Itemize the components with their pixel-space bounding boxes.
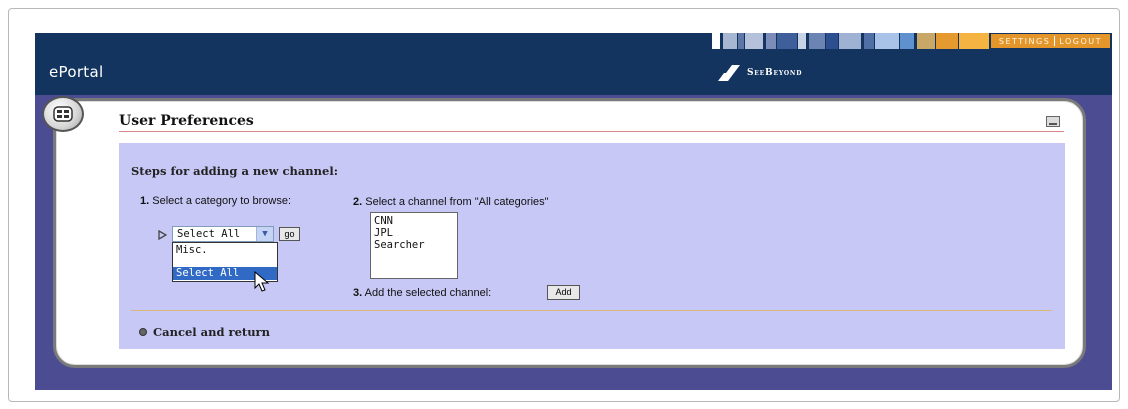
step1-text: Select a category to browse: [152,195,292,207]
step3-text: Add the selected channel: [364,287,492,299]
header-stripe [959,33,989,49]
header-stripe [875,33,899,49]
go-button[interactable]: go [279,227,300,241]
add-button[interactable]: Add [547,285,580,300]
play-icon [158,230,167,240]
app-title: ePortal [49,63,104,81]
header-stripe [936,33,958,49]
settings-link[interactable]: SETTINGS [995,37,1054,46]
channel-item[interactable]: Searcher [374,239,457,251]
header-stripe [917,33,935,49]
brand: SeeBeyond [718,64,802,82]
step2-text: Select a channel from "All categories" [365,196,549,208]
minimize-icon[interactable] [1046,116,1060,127]
panel-title: User Preferences [119,113,254,129]
category-select[interactable]: Select All ▼ [172,226,274,242]
header-stripe [839,33,861,49]
header-stripes [712,33,992,49]
header-stripe [809,33,825,49]
step1-number: 1. [140,195,150,207]
header-stripe [777,33,797,49]
cancel-and-return-link[interactable]: Cancel and return [139,325,270,339]
header-nav: SETTINGS LOGOUT [990,34,1110,48]
header-stripe [826,33,838,49]
header-stripe [745,33,763,49]
portal-header: SETTINGS LOGOUT ePortal SeeBeyond [35,33,1112,95]
dropdown-option[interactable]: Misc. [173,244,277,257]
channel-item[interactable]: JPL [374,227,457,239]
section-divider [131,310,1052,311]
step2-number: 2. [353,196,363,208]
cancel-label: Cancel and return [153,325,270,339]
step3-label: 3. Add the selected channel: [353,287,491,299]
step1-label: 1. Select a category to browse: [140,196,320,207]
menu-icon [53,106,73,122]
header-stripe [738,33,744,49]
steps-heading: Steps for adding a new channel: [131,164,338,178]
bullet-icon [139,328,147,336]
header-stripe [900,33,914,49]
title-divider [119,131,1064,132]
seebeyond-logo-icon [718,65,740,81]
channel-list[interactable]: CNN JPL Searcher [370,212,458,279]
menu-button[interactable] [42,96,84,132]
header-stripe [798,33,806,49]
step2-label: 2. Select a channel from "All categories… [353,196,549,208]
step3-number: 3. [353,287,363,299]
chevron-down-icon[interactable]: ▼ [256,227,273,241]
header-stripe [712,33,720,49]
logout-link[interactable]: LOGOUT [1055,37,1106,46]
category-select-value: Select All [177,228,241,240]
channel-item[interactable]: CNN [374,215,457,227]
header-stripe [766,33,776,49]
header-stripe [723,33,737,49]
brand-name: SeeBeyond [747,68,803,78]
header-stripe [864,33,874,49]
cursor-icon [254,271,270,292]
